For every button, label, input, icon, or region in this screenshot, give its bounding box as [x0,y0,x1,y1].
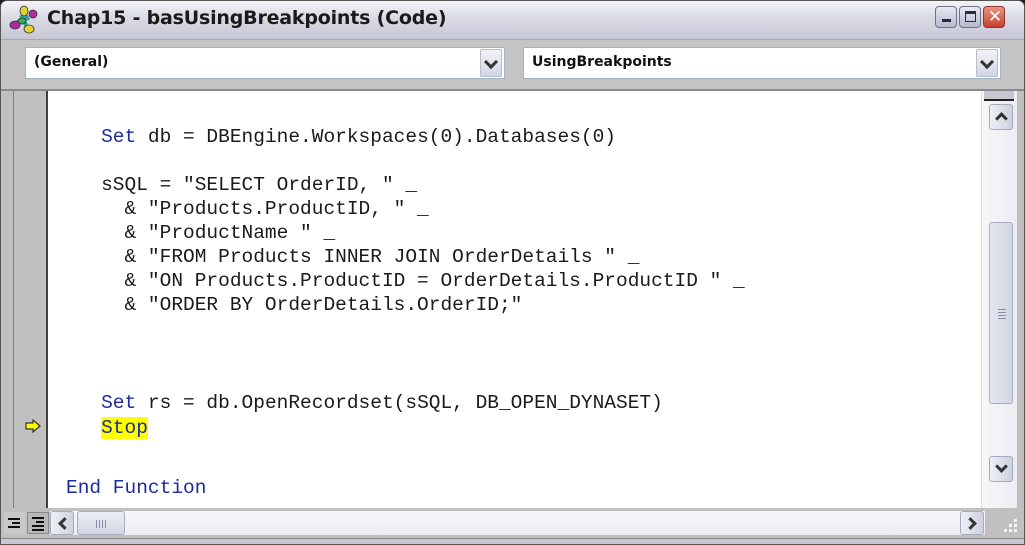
code-text: db = DBEngine.Workspaces(0).Databases(0) [136,126,616,148]
code-text: & "FROM Products INNER JOIN OrderDetails… [66,246,640,268]
scroll-up-button[interactable] [989,104,1013,130]
full-module-view-icon-line [32,529,44,531]
procedure-dropdown[interactable]: UsingBreakpoints [523,47,1001,79]
code-keyword: Set [101,392,137,414]
horizontal-scroll-thumb[interactable] [77,511,125,535]
code-toolbar: (General) UsingBreakpoints [1,40,1024,91]
margin-indicator-bar[interactable] [14,91,48,508]
chevron-right-icon [964,517,977,530]
grip-line [105,520,106,528]
code-text: & "ProductName " _ [66,222,336,244]
procedure-view-icon [8,518,20,520]
close-icon: ✕ [987,7,1003,27]
full-module-view-icon-line [32,525,44,527]
chevron-down-icon [483,54,499,70]
object-dropdown[interactable]: (General) [25,47,505,79]
minimize-icon [942,19,951,22]
chevron-left-icon [58,517,71,530]
code-text: & "ON Products.ProductID = OrderDetails.… [66,270,745,292]
full-module-view-button[interactable] [27,512,49,534]
code-text: sSQL = "SELECT OrderID, " _ [66,174,418,196]
title-bar[interactable]: Chap15 - basUsingBreakpoints (Code) ✕ [1,1,1024,40]
procedure-view-button[interactable] [4,512,26,534]
full-module-view-icon-line [36,521,44,523]
code-line[interactable]: Set rs = db.OpenRecordset(sSQL, DB_OPEN_… [66,391,663,415]
code-line[interactable]: & "FROM Products INNER JOIN OrderDetails… [66,245,640,269]
procedure-dropdown-button[interactable] [976,49,998,77]
vertical-scroll-thumb[interactable] [989,222,1013,404]
code-line[interactable]: End Function [66,476,206,500]
grip-line [998,312,1006,313]
scroll-left-button[interactable] [50,511,74,535]
code-line[interactable]: & "ORDER BY OrderDetails.OrderID;" [66,293,523,317]
code-line[interactable]: Set db = DBEngine.Workspaces(0).Database… [66,125,616,149]
code-text: & "Products.ProductID, " _ [66,198,429,220]
window-bottom-border [1,538,1024,544]
grip-line [99,520,100,528]
code-line[interactable]: & "Products.ProductID, " _ [66,197,429,221]
resize-grip-icon[interactable] [998,511,1020,533]
grip-line [96,520,97,528]
vba-module-icon [9,5,38,34]
code-area[interactable]: Set db = DBEngine.Workspaces(0).Database… [48,91,981,508]
vertical-scrollbar[interactable] [981,91,1017,508]
minimize-button[interactable] [935,6,957,28]
code-line[interactable]: & "ON Products.ProductID = OrderDetails.… [66,269,745,293]
code-keyword: End Function [66,477,207,499]
split-bar[interactable] [984,91,1014,101]
code-keyword: Stop [101,417,148,439]
execution-arrow-icon [25,419,41,433]
chevron-down-icon [995,460,1008,473]
chevron-up-icon [995,112,1008,125]
procedure-view-icon-line [8,526,20,528]
procedure-dropdown-value: UsingBreakpoints [532,54,672,70]
code-line[interactable]: sSQL = "SELECT OrderID, " _ [66,173,417,197]
grip-line [998,315,1006,316]
maximize-icon [965,11,976,22]
grip-line [102,520,103,528]
code-keyword: Set [101,126,137,148]
code-text: rs = db.OpenRecordset(sSQL, DB_OPEN_DYNA… [136,392,663,414]
horizontal-scrollbar[interactable] [50,511,985,535]
bottom-bar [1,508,1024,538]
grip-line [998,309,1006,310]
code-line[interactable]: Stop [66,416,148,440]
window-title: Chap15 - basUsingBreakpoints (Code) [47,7,447,29]
full-module-view-icon [32,517,44,519]
scroll-down-button[interactable] [989,456,1013,482]
close-button[interactable]: ✕ [983,6,1005,28]
procedure-view-icon-line [12,522,20,524]
code-line[interactable]: & "ProductName " _ [66,221,336,245]
object-dropdown-button[interactable] [480,49,502,77]
code-text: & "ORDER BY OrderDetails.OrderID;" [66,294,523,316]
chevron-down-icon [979,54,995,70]
maximize-button[interactable] [959,6,981,28]
grip-line [998,318,1006,319]
object-dropdown-value: (General) [34,54,109,70]
code-window: Chap15 - basUsingBreakpoints (Code) ✕ (G… [0,0,1025,545]
code-editor: Set db = DBEngine.Workspaces(0).Database… [13,91,1017,508]
scroll-right-button[interactable] [960,511,984,535]
